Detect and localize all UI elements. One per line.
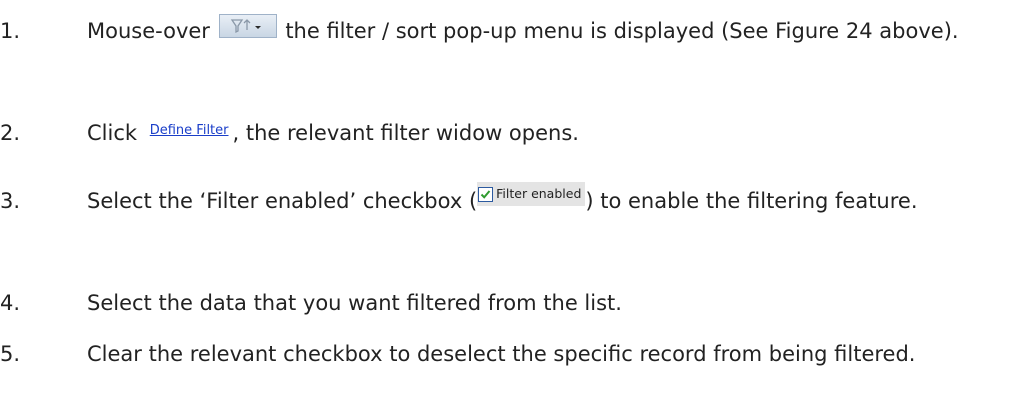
step-text-before-checkbox: Select the ‘Filter enabled’ checkbox ( bbox=[87, 189, 478, 213]
step-text: Select the ‘Filter enabled’ checkbox ( Fi… bbox=[87, 182, 1007, 218]
filter-sort-button-icon bbox=[218, 14, 277, 38]
step-text-after-icon: the filter / sort pop-up menu is display… bbox=[285, 19, 959, 43]
step-text: Select the data that you want filtered f… bbox=[87, 291, 622, 315]
step-number: 3. bbox=[0, 189, 21, 213]
step-text-before-icon: Mouse-over bbox=[87, 19, 210, 43]
step-text: Mouse-over the filter / sort pop-up menu… bbox=[87, 14, 1007, 48]
step-number: 1. bbox=[0, 19, 21, 43]
checkbox-label: Filter enabled bbox=[496, 186, 582, 201]
step-text: Click Define Filter, the relevant filter… bbox=[87, 116, 1007, 154]
filter-enabled-checkbox-sample: Filter enabled bbox=[477, 182, 586, 206]
step-text-after-link: , the relevant filter widow opens. bbox=[232, 121, 579, 145]
step-number: 2. bbox=[0, 121, 21, 145]
step-text: Clear the relevant checkbox to deselect … bbox=[87, 342, 916, 366]
define-filter-link[interactable]: Define Filter bbox=[150, 123, 229, 138]
step-text-before-link: Click bbox=[87, 121, 138, 145]
step-number: 5. bbox=[0, 342, 21, 366]
step-number: 4. bbox=[0, 291, 21, 315]
step-text-after-checkbox: ) to enable the filtering feature. bbox=[585, 189, 918, 213]
checkbox-checked-icon bbox=[478, 186, 494, 202]
